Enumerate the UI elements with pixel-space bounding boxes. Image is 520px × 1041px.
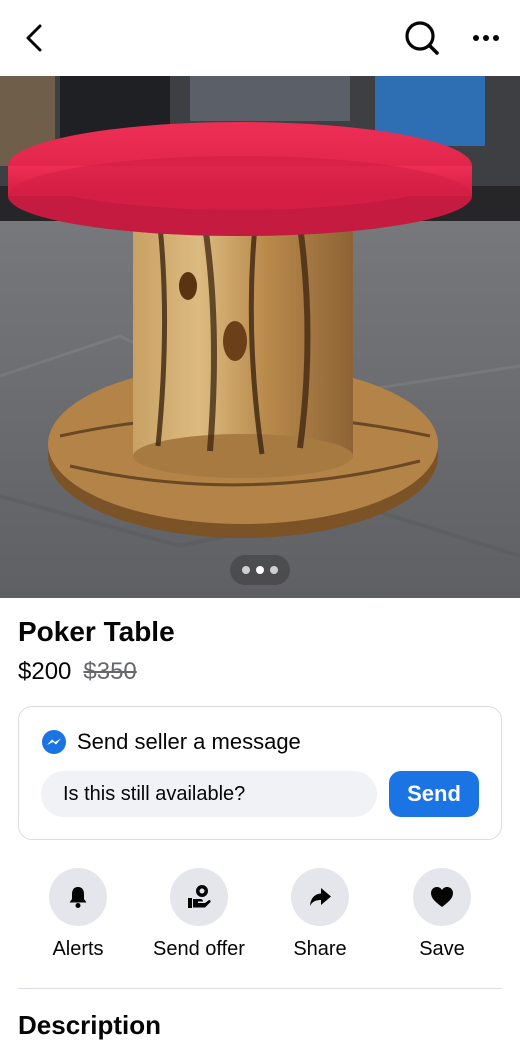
action-row: Alerts Send offer Share Save <box>0 868 520 978</box>
bell-icon <box>69 887 87 908</box>
alerts-label: Alerts <box>52 938 104 960</box>
message-seller-card: Send seller a message Send <box>18 706 502 840</box>
alerts-button[interactable]: Alerts <box>18 868 138 961</box>
save-icon-circle <box>413 868 471 926</box>
heart-icon <box>431 887 453 907</box>
original-price: $350 <box>83 658 137 685</box>
pager-dot[interactable] <box>242 566 250 574</box>
messenger-icon <box>42 730 66 754</box>
listing-photo[interactable] <box>0 76 520 598</box>
listing-price: $200 <box>18 658 72 685</box>
more-horizontal-icon[interactable] <box>466 24 506 52</box>
gallery-pager[interactable] <box>230 555 290 585</box>
message-header: Send seller a message <box>41 729 301 755</box>
pager-dot[interactable] <box>270 566 278 574</box>
alerts-icon-circle <box>49 868 107 926</box>
share-button[interactable]: Share <box>260 868 380 961</box>
send-offer-icon-circle <box>170 868 228 926</box>
listing-title: Poker Table <box>18 616 175 647</box>
description-heading: Description <box>18 1010 162 1040</box>
save-label: Save <box>419 938 465 960</box>
offer-hand-icon <box>188 885 211 908</box>
search-icon[interactable] <box>402 18 442 58</box>
message-heading: Send seller a message <box>77 729 301 754</box>
top-bar <box>0 0 520 76</box>
share-label: Share <box>293 938 347 960</box>
chevron-left-icon[interactable] <box>18 20 52 56</box>
pager-dot-active[interactable] <box>256 566 264 574</box>
send-offer-button[interactable]: Send offer <box>139 868 259 961</box>
divider <box>18 988 502 989</box>
message-input[interactable] <box>41 771 377 817</box>
send-offer-label: Send offer <box>153 938 245 960</box>
price-row: $200 $350 <box>18 658 137 686</box>
send-button[interactable]: Send <box>389 771 479 817</box>
share-arrow-icon <box>310 888 331 906</box>
save-button[interactable]: Save <box>382 868 502 961</box>
poker-table-image <box>0 76 520 598</box>
share-icon-circle <box>291 868 349 926</box>
